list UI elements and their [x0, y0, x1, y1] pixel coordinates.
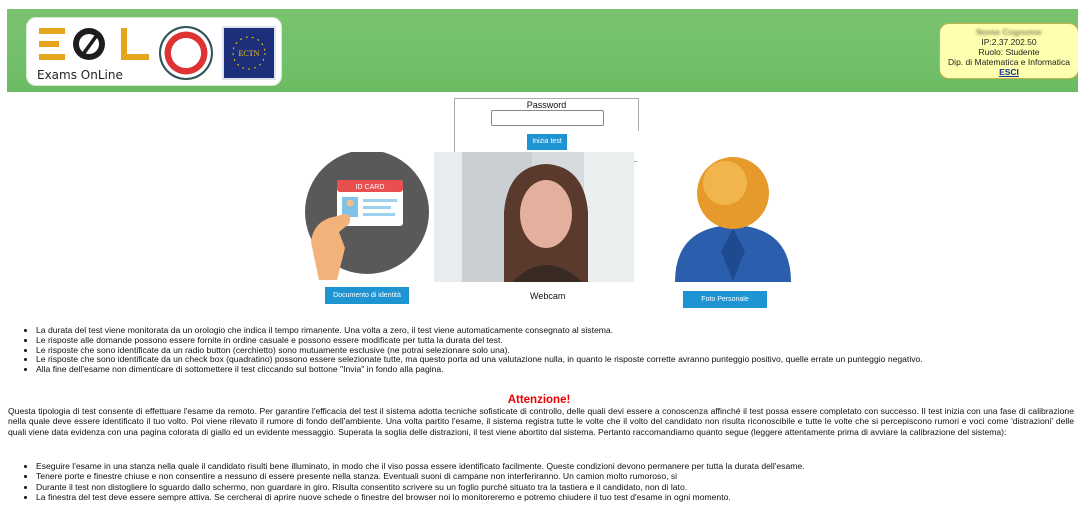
user-name: Nome Cognome — [976, 27, 1042, 37]
user-department: Dip. di Matematica e Informatica — [948, 57, 1070, 67]
webcam-preview — [434, 152, 634, 282]
user-info-panel: Nome Cognome IP:2.37.202.50 Ruolo: Stude… — [939, 23, 1078, 79]
brand-text: Exams OnLine — [37, 68, 123, 82]
attention-paragraph: Questa tipologia di test consente di eff… — [8, 406, 1074, 437]
password-label: Password — [526, 100, 567, 110]
university-seal-icon — [159, 26, 213, 80]
webcam-feed-image — [462, 152, 634, 282]
personal-photo-button[interactable]: Foto Personale — [683, 291, 767, 308]
logo-panel: Exams OnLine ECTN — [26, 17, 282, 86]
password-input[interactable] — [491, 110, 604, 126]
logout-link[interactable]: ESCI — [940, 67, 1078, 77]
id-document-preview: ID CARD — [289, 150, 434, 282]
user-role: Ruolo: Studente — [978, 47, 1040, 57]
id-card-title: ID CARD — [356, 184, 385, 191]
advice-list: Eseguire l'esame in una stanza nella qua… — [36, 461, 1066, 502]
attention-title: Attenzione! — [507, 394, 571, 406]
advice-item: Tenere porte e finestre chiuse e non con… — [36, 471, 1066, 481]
advice-item: La finestra del test deve essere sempre … — [36, 492, 1066, 502]
personal-photo-preview — [637, 131, 809, 293]
id-card-icon: ID CARD — [305, 150, 429, 280]
user-ip: IP:2.37.202.50 — [981, 37, 1037, 47]
webcam-label: Webcam — [530, 291, 566, 301]
ectn-logo-icon: ECTN — [222, 26, 276, 80]
eol-logo-icon — [39, 28, 149, 60]
ectn-logo-text: ECTN — [239, 49, 260, 58]
test-rules-list: La durata del test viene monitorata da u… — [36, 325, 1066, 375]
rule-item: Alla fine dell'esame non dimenticare di … — [36, 364, 1066, 375]
advice-item: Eseguire l'esame in una stanza nella qua… — [36, 461, 1066, 471]
start-test-button[interactable]: Inizia test — [527, 134, 567, 150]
avatar-icon — [673, 149, 796, 282]
header-bar: Exams OnLine ECTN Nome Cognome IP:2.37.2… — [7, 9, 1078, 92]
id-document-button[interactable]: Documento di identità — [325, 287, 409, 304]
advice-item: Durante il test non distogliere lo sguar… — [36, 482, 1066, 492]
